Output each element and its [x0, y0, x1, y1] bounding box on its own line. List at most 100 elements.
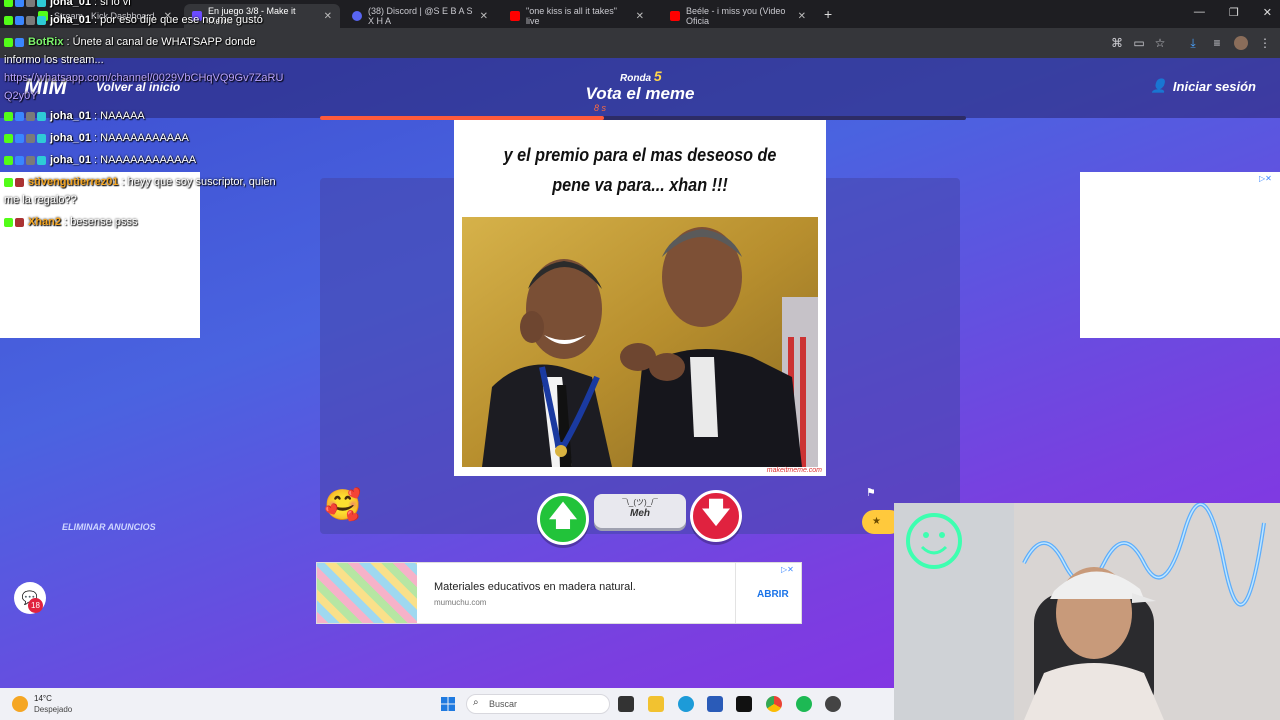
file-explorer-icon[interactable]: [648, 696, 664, 712]
chat-text: : NAAAAAAAAAAA: [94, 132, 189, 144]
upvote-button[interactable]: 🡅: [537, 493, 589, 545]
edge-icon[interactable]: [678, 696, 694, 712]
chat-username[interactable]: joha_01: [50, 132, 94, 144]
chat-badge-icon: [15, 177, 24, 187]
media-icon[interactable]: ≡: [1210, 36, 1224, 50]
chat-message: joha_01 : por eso dije que ese no me gus…: [4, 14, 263, 26]
chat-badge-icon: [37, 133, 46, 143]
chat-message: joha_01 : si lo vi: [4, 0, 131, 8]
webcam-overlay: [894, 503, 1280, 720]
task-view-icon[interactable]: [618, 696, 634, 712]
right-ad-slot[interactable]: [1080, 172, 1280, 338]
chat-text: : Únete al canal de WHATSAPP donde: [66, 36, 256, 48]
webcam-feed: [894, 503, 1280, 720]
chat-username[interactable]: BotRix: [28, 36, 67, 48]
download-icon[interactable]: ⤓: [1186, 36, 1200, 50]
taskbar-search-input[interactable]: [466, 694, 610, 714]
ad-choices-icon[interactable]: ▷✕: [781, 565, 794, 574]
cast-icon[interactable]: ▭: [1132, 36, 1146, 50]
round-number: 5: [653, 68, 662, 84]
ad-open-button[interactable]: ABRIR: [757, 589, 789, 600]
chat-badge-icon: [37, 15, 46, 25]
report-flag-icon[interactable]: ⚑: [866, 486, 876, 499]
chat-badge: 18: [28, 598, 43, 613]
ad-domain: mumuchu.com: [434, 598, 487, 607]
chat-message: me la regalo??: [4, 194, 77, 206]
chat-username[interactable]: joha_01: [50, 0, 94, 8]
bookmark-star-icon[interactable]: ☆: [1153, 36, 1167, 50]
round-label: Ronda: [620, 73, 652, 84]
chat-badges: [4, 132, 48, 144]
emoji-reaction-button[interactable]: 🥰: [324, 488, 361, 524]
chat-text: : por eso dije que ese no me gustó: [94, 14, 263, 26]
chrome-icon[interactable]: [766, 696, 782, 712]
search-icon: ⌕: [473, 697, 479, 708]
chat-message: Xhan2 : besense psss: [4, 216, 137, 228]
meme-card: y el premio para el mas deseoso de pene …: [454, 120, 826, 476]
remove-ads-link[interactable]: ELIMINAR ANUNCIOS: [62, 522, 156, 532]
youtube-icon: [670, 11, 680, 21]
chat-badges: [4, 110, 48, 122]
windows-start-icon[interactable]: [441, 697, 455, 711]
chat-text: : NAAAAA: [94, 110, 145, 122]
app-y-icon[interactable]: [736, 696, 752, 712]
chat-badge-icon: [26, 133, 35, 143]
round-indicator: Ronda 5: [620, 68, 662, 84]
translate-icon[interactable]: ⌘: [1110, 36, 1124, 50]
close-window-icon[interactable]: ✕: [1263, 6, 1272, 19]
obs-icon[interactable]: [825, 696, 841, 712]
chat-username[interactable]: joha_01: [50, 154, 94, 166]
chat-username[interactable]: stivengutierrez01: [28, 176, 122, 188]
close-tab-icon[interactable]: ✕: [798, 11, 806, 22]
meme-photo-illustration: [462, 217, 818, 467]
tab-youtube-video[interactable]: Beéle - i miss you (Video Oficia ✕: [662, 4, 814, 28]
weather-sun-icon[interactable]: [12, 696, 28, 712]
chat-badge-icon: [4, 177, 13, 187]
close-tab-icon[interactable]: ✕: [324, 11, 332, 22]
downvote-button[interactable]: 🡇: [690, 490, 742, 542]
chat-badge-icon: [15, 15, 24, 25]
maximize-icon[interactable]: ❐: [1229, 6, 1239, 19]
chat-message: joha_01 : NAAAAAAAAAAA: [4, 132, 189, 144]
menu-icon[interactable]: ⋮: [1258, 36, 1272, 50]
chat-badges: [4, 176, 26, 188]
close-tab-icon[interactable]: ✕: [480, 11, 488, 22]
login-button[interactable]: 👤 Iniciar sesión: [1151, 78, 1256, 94]
minimize-icon[interactable]: —: [1194, 6, 1205, 19]
tab-discord[interactable]: (38) Discord | @S E B A S X H A ✕: [344, 4, 496, 28]
chat-text: : NAAAAAAAAAAAA: [94, 154, 197, 166]
meh-button[interactable]: ¯\_(ツ)_/¯ Meh: [594, 494, 686, 528]
search-placeholder: Buscar: [489, 699, 518, 709]
chat-text: Q2y0Y: [4, 90, 38, 102]
chat-message: joha_01 : NAAAAAAAAAAAA: [4, 154, 196, 166]
chat-message: informo los stream...: [4, 54, 104, 66]
arrow-down-icon: 🡇: [701, 497, 731, 528]
spotify-icon[interactable]: [796, 696, 812, 712]
tab-youtube-live[interactable]: "one kiss is all it takes" live ✕: [502, 4, 652, 28]
close-tab-icon[interactable]: ✕: [636, 11, 644, 22]
chat-badge-icon: [15, 111, 24, 121]
user-icon: 👤: [1150, 78, 1167, 93]
meme-image: [462, 217, 818, 467]
chat-badge-icon: [15, 217, 24, 227]
chat-username[interactable]: Xhan2: [28, 216, 64, 228]
chat-badge-icon: [4, 217, 13, 227]
chat-username[interactable]: joha_01: [50, 14, 94, 26]
bottom-ad-banner[interactable]: Materiales educativos en madera natural.…: [316, 562, 802, 624]
tab-label: (38) Discord | @S E B A S X H A: [368, 6, 473, 26]
chat-badge-icon: [4, 155, 13, 165]
store-icon[interactable]: [707, 696, 723, 712]
chat-message: stivengutierrez01 : heyy que soy suscrip…: [4, 176, 276, 188]
tab-label: Beéle - i miss you (Video Oficia: [686, 6, 786, 26]
chat-text: https://whatsapp.com/channel/0029VbCHqVQ…: [4, 72, 284, 84]
chat-badge-icon: [26, 155, 35, 165]
new-tab-button[interactable]: +: [824, 6, 832, 22]
tab-label: "one kiss is all it takes" live: [526, 6, 617, 26]
chat-username[interactable]: joha_01: [50, 110, 94, 122]
meh-label: Meh: [630, 508, 650, 519]
profile-avatar[interactable]: [1234, 36, 1248, 50]
chat-badges: [4, 154, 48, 166]
chat-badge-icon: [15, 155, 24, 165]
ad-choices-icon[interactable]: ▷✕: [1259, 174, 1272, 183]
weather-temperature: 14°C: [34, 694, 52, 703]
